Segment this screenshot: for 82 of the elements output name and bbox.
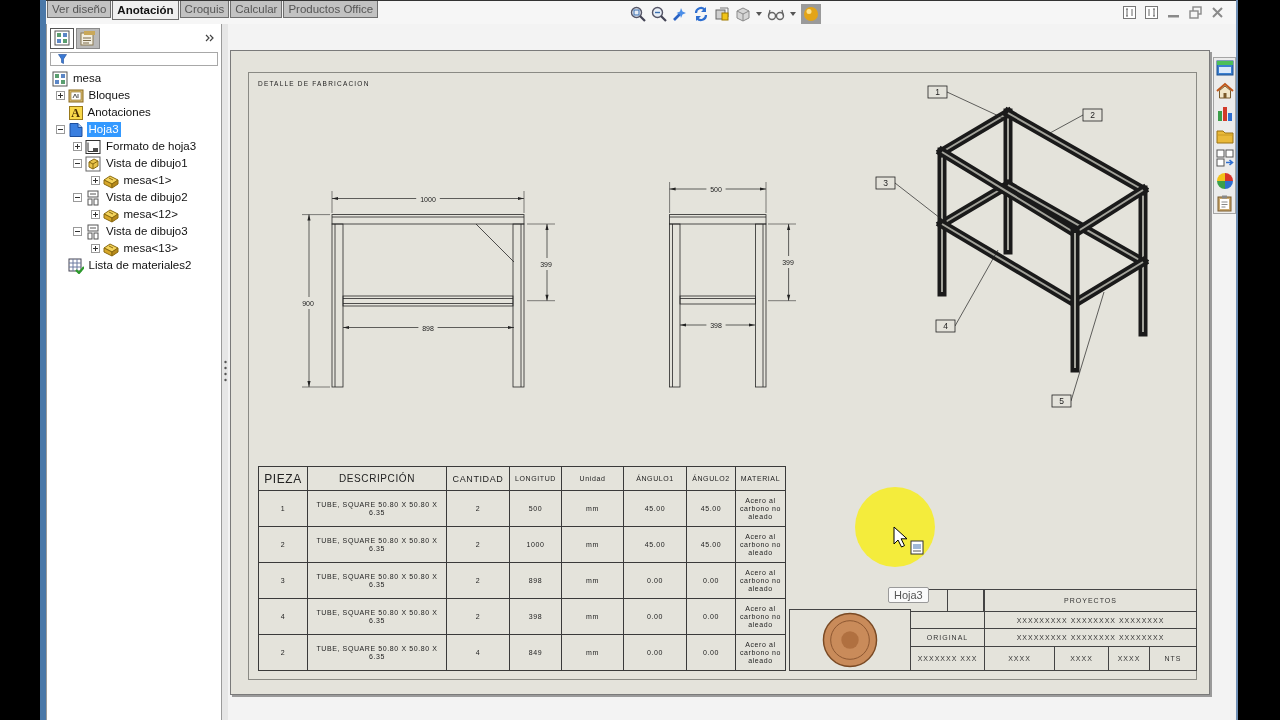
tree-view-icon [54, 30, 70, 46]
caret-icon[interactable] [756, 12, 762, 16]
balloon-tag: 3 [875, 176, 896, 190]
annotation-tile: A [68, 105, 83, 120]
ribbon-tab[interactable]: Croquis [179, 1, 230, 18]
notepad-icon [80, 30, 96, 46]
filter-field[interactable] [50, 52, 218, 66]
zoom-out-icon[interactable] [651, 6, 667, 22]
column-header: DESCRIPCIÓN [307, 466, 447, 491]
sheet-format-icon [85, 138, 101, 155]
stacked-boxes-icon[interactable] [714, 6, 730, 22]
tree-item[interactable]: Vista de dibujo2 [104, 190, 190, 205]
collapse-icon[interactable] [73, 193, 82, 202]
extension-line [765, 181, 767, 214]
leader-line [946, 91, 1004, 119]
restore-button[interactable] [1189, 6, 1202, 19]
expand-icon[interactable] [73, 142, 82, 151]
magic-wand-icon[interactable] [672, 6, 688, 22]
extension-line [767, 223, 797, 225]
cube-icon[interactable] [735, 6, 751, 22]
panel-tab[interactable] [50, 27, 74, 49]
grid-arrow-icon[interactable] [1215, 149, 1234, 167]
column-header: PIEZA [258, 466, 308, 491]
tree-item[interactable]: mesa<13> [121, 241, 180, 256]
tree-item[interactable]: mesa<12> [121, 207, 180, 222]
house-icon[interactable] [1215, 81, 1234, 100]
ribbon-tab[interactable]: Ver diseño [47, 1, 112, 18]
ribbon-tab[interactable]: Productos Office [283, 1, 379, 18]
ribbon-tab[interactable]: Anotación [112, 1, 179, 20]
tree-item[interactable]: mesa<1> [121, 173, 174, 188]
tree-item[interactable]: Anotaciones [85, 105, 153, 120]
extension-line [526, 300, 556, 301]
clipboard-icon[interactable] [1215, 194, 1234, 212]
balloon-tag: 2 [1082, 108, 1103, 122]
extension-line [301, 386, 331, 388]
funnel-icon [58, 54, 67, 64]
collapse-icon[interactable] [73, 159, 82, 168]
balloon-tag: 1 [927, 85, 948, 99]
leader-line [894, 182, 941, 219]
ribbon-tab[interactable]: Calcular [230, 1, 283, 18]
sheet-icon [67, 121, 84, 138]
tree-item[interactable]: Vista de dibujo1 [104, 156, 190, 171]
extension-line [526, 223, 556, 225]
column-header: CANTIDAD [446, 466, 510, 491]
balloon-tag: 5 [1051, 394, 1072, 408]
refresh-icon[interactable] [693, 6, 709, 22]
seal-logo-icon [822, 612, 878, 668]
layout-icon [85, 189, 101, 206]
extension-line [669, 181, 670, 214]
balloon-tag: 4 [935, 319, 956, 333]
tree-item[interactable]: Lista de materiales2 [86, 258, 194, 273]
layout-icon [85, 223, 101, 240]
picture-frame-icon [67, 87, 84, 104]
tree-item[interactable]: Vista de dibujo3 [104, 224, 190, 239]
leader-line [1049, 114, 1084, 134]
tree-item[interactable]: Formato de hoja3 [104, 139, 199, 154]
extension-line [767, 300, 797, 301]
expand-icon[interactable] [90, 244, 100, 253]
zoom-icon[interactable] [630, 6, 646, 22]
collapse-icon[interactable] [73, 227, 82, 236]
double-chevron-icon[interactable] [205, 34, 214, 42]
tree-item[interactable]: Bloques [86, 88, 133, 103]
pointer-icon [893, 526, 925, 556]
color-wheel-icon[interactable] [1215, 171, 1234, 190]
caret-icon[interactable] [790, 12, 796, 16]
tree-item[interactable]: mesa [71, 71, 104, 86]
collapse-icon[interactable] [55, 125, 65, 134]
window-split-icon[interactable] [1123, 6, 1136, 19]
expand-icon[interactable] [55, 91, 65, 100]
tooltip: Hoja3 [888, 587, 929, 603]
window-icon[interactable] [1215, 59, 1234, 77]
extension-line [523, 190, 525, 214]
expand-icon[interactable] [90, 176, 100, 185]
expand-icon[interactable] [90, 210, 100, 219]
panel-tab[interactable] [76, 27, 100, 49]
close-button[interactable] [1211, 6, 1224, 19]
grip-dots-icon[interactable] [223, 360, 227, 384]
framed-cube-icon [85, 155, 101, 172]
window-split-icon[interactable] [1145, 6, 1158, 19]
table-check-icon [67, 257, 84, 274]
drawing-icon [52, 70, 68, 87]
bar-chart-icon[interactable] [1215, 104, 1234, 122]
